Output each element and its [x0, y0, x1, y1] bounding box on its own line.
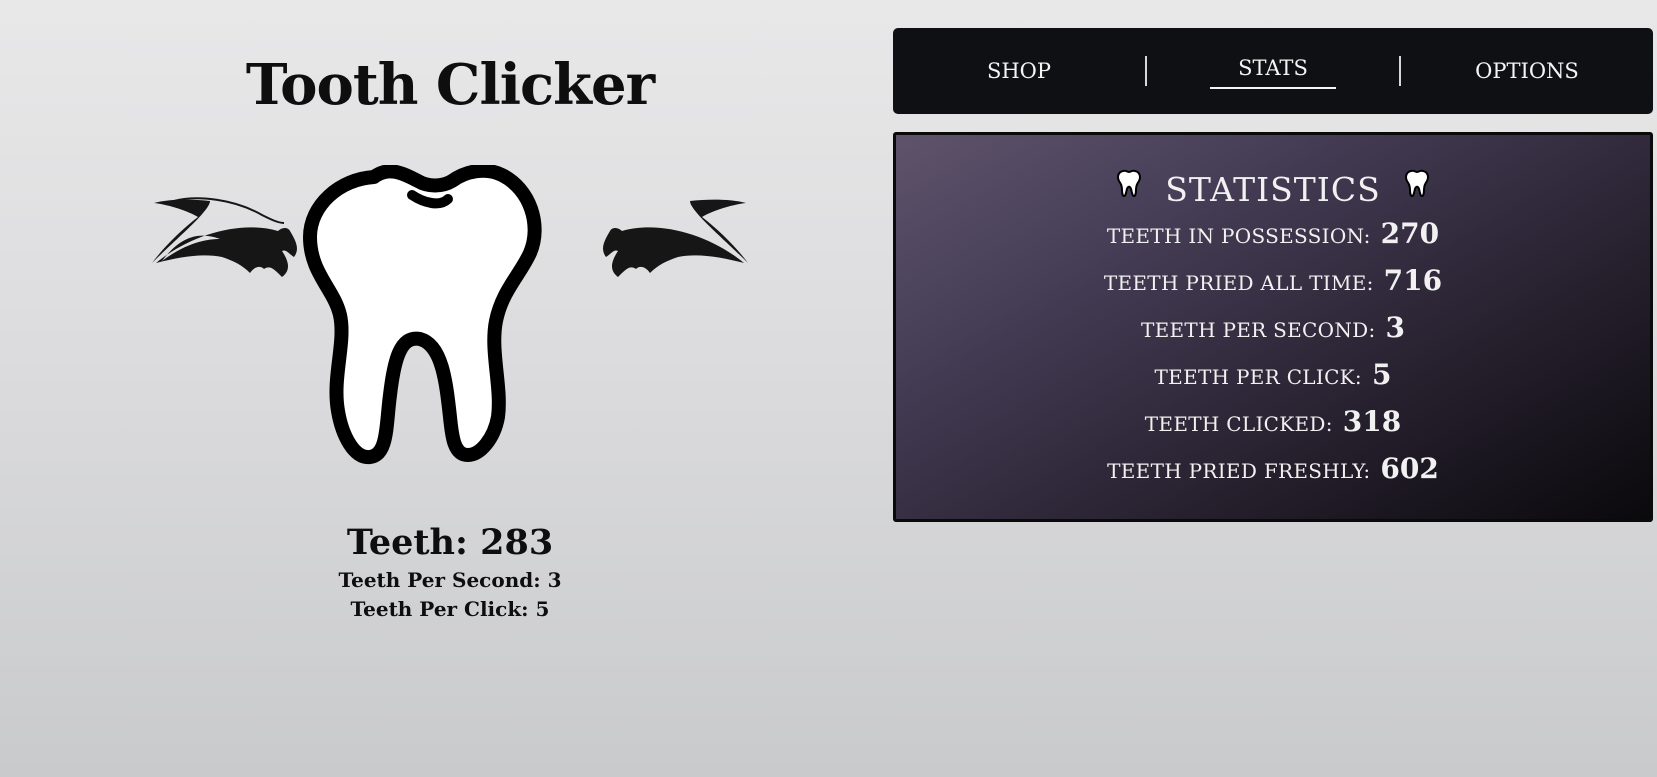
stat-row: TEETH PRIED FRESHLY: 602 [896, 452, 1650, 499]
teeth-per-click: Teeth Per Click: 5 [350, 597, 550, 621]
tab-shop-label: SHOP [986, 59, 1052, 83]
statistics-panel: STATISTICS TEETH IN POSSESSION: 270 TEET… [893, 132, 1653, 522]
statistics-header: STATISTICS [896, 167, 1650, 211]
stat-value: 270 [1380, 217, 1440, 250]
tab-options[interactable]: OPTIONS [1401, 28, 1653, 114]
stat-value: 318 [1342, 405, 1402, 438]
panel-nav: SHOP STATS OPTIONS [893, 28, 1653, 114]
tooth-icon [1117, 169, 1142, 198]
teeth-count: Teeth: 283 [346, 522, 554, 563]
stat-row: TEETH PER CLICK: 5 [896, 358, 1650, 405]
game-area: Tooth Clicker Teeth: 283 Teeth Per Secon… [0, 0, 900, 777]
stat-value: 716 [1383, 264, 1443, 297]
tab-shop[interactable]: SHOP [893, 28, 1145, 114]
stat-row: TEETH CLICKED: 318 [896, 405, 1650, 452]
statistics-list: TEETH IN POSSESSION: 270 TEETH PRIED ALL… [896, 217, 1650, 499]
tab-options-label: OPTIONS [1475, 59, 1579, 83]
stat-row: TEETH PER SECOND: 3 [896, 311, 1650, 358]
stat-row: TEETH PRIED ALL TIME: 716 [896, 264, 1650, 311]
stat-label: TEETH PRIED FRESHLY: [1107, 459, 1371, 483]
stat-label: TEETH PRIED ALL TIME: [1103, 271, 1374, 295]
stat-value: 602 [1380, 452, 1439, 485]
stat-value: 5 [1371, 358, 1392, 391]
tooth-icon [1404, 169, 1429, 198]
tab-stats[interactable]: STATS [1147, 28, 1399, 114]
bat-wing-right-icon [603, 199, 748, 277]
stat-label: TEETH CLICKED: [1144, 412, 1333, 436]
statistics-title: STATISTICS [1165, 169, 1381, 209]
teeth-per-second: Teeth Per Second: 3 [338, 568, 562, 592]
stat-label: TEETH PER CLICK: [1154, 365, 1362, 389]
stat-row: TEETH IN POSSESSION: 270 [896, 217, 1650, 264]
stat-label: TEETH PER SECOND: [1140, 318, 1376, 342]
stat-label: TEETH IN POSSESSION: [1106, 224, 1371, 248]
tooth-icon [303, 165, 542, 464]
active-tab-underline [1210, 87, 1336, 89]
bat-wing-left-icon [152, 197, 297, 277]
winged-tooth-button[interactable] [150, 165, 750, 500]
stat-value: 3 [1385, 311, 1405, 344]
game-title: Tooth Clicker [245, 52, 655, 118]
tab-stats-label: STATS [1238, 56, 1308, 80]
